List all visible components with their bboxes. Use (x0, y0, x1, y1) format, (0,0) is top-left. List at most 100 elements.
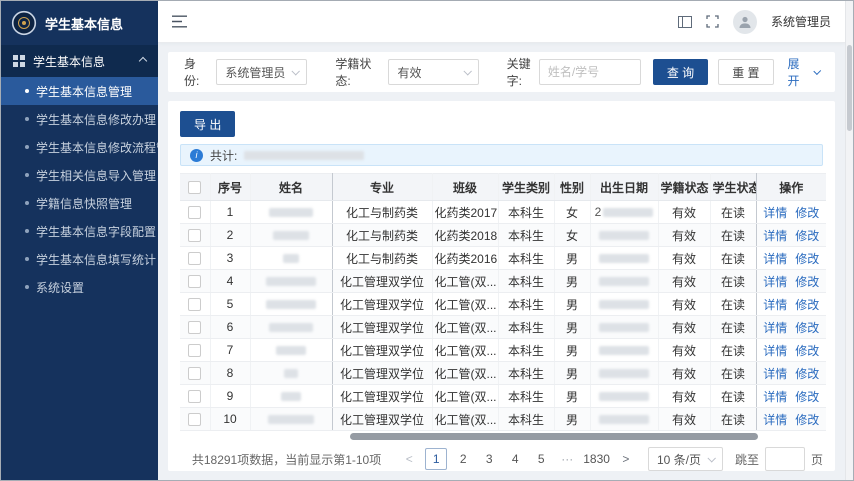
edit-link[interactable]: 修改 (795, 367, 819, 381)
column-header: 专业 (332, 174, 432, 201)
cell-index: 6 (210, 316, 250, 339)
select-all-checkbox[interactable] (188, 181, 201, 194)
cell-name (250, 362, 332, 385)
redacted-birthdate (599, 369, 649, 378)
page-button-1830[interactable]: 1830 (583, 448, 610, 470)
row-checkbox[interactable] (188, 390, 201, 403)
edit-link[interactable]: 修改 (795, 390, 819, 404)
page-size-select[interactable]: 10 条/页 (648, 447, 723, 471)
cell-category: 本科生 (498, 201, 554, 224)
avatar[interactable] (733, 10, 757, 34)
cell-category: 本科生 (498, 339, 554, 362)
page-button-1[interactable]: 1 (425, 448, 447, 470)
table-header-row: 序号姓名专业班级学生类别性别出生日期学籍状态学生状态操作 (180, 174, 826, 201)
page-button-4[interactable]: 4 (505, 448, 525, 470)
edit-link[interactable]: 修改 (795, 413, 819, 427)
row-checkbox[interactable] (188, 206, 201, 219)
edit-link[interactable]: 修改 (795, 298, 819, 312)
detail-link[interactable]: 详情 (763, 206, 787, 220)
redacted-name (266, 300, 316, 309)
sidebar-item-8[interactable]: 系统设置 (1, 273, 158, 301)
row-checkbox[interactable] (188, 298, 201, 311)
page-button-5[interactable]: 5 (531, 448, 551, 470)
search-button[interactable]: 查 询 (653, 59, 708, 85)
topbar: 系统管理员 (158, 1, 845, 43)
column-header: 学生类别 (498, 174, 554, 201)
row-checkbox[interactable] (188, 229, 201, 242)
cell-category: 本科生 (498, 385, 554, 408)
sidebar-item-5[interactable]: 学籍信息快照管理 (1, 189, 158, 217)
identity-select[interactable]: 系统管理员 (216, 59, 307, 85)
reset-button[interactable]: 重 置 (718, 59, 773, 85)
column-header: 学生状态 (710, 174, 756, 201)
cell-class: 化药类2016 (432, 247, 498, 270)
menu-fold-icon[interactable] (172, 15, 187, 28)
detail-link[interactable]: 详情 (763, 321, 787, 335)
prev-page-button[interactable]: < (399, 448, 419, 470)
sidebar-item-4[interactable]: 学生相关信息导入管理 (1, 161, 158, 189)
column-header: 操作 (756, 174, 826, 201)
redacted-name (273, 231, 309, 240)
cell-actions: 详情修改 (756, 339, 826, 362)
cell-index: 5 (210, 293, 250, 316)
sidebar-item-3[interactable]: 学生基本信息修改流程管理 (1, 133, 158, 161)
layout-icon[interactable] (678, 16, 692, 28)
expand-filters-link[interactable]: 展开 (788, 55, 819, 89)
status-select[interactable]: 有效 (388, 59, 478, 85)
cell-gender: 女 (554, 224, 590, 247)
detail-link[interactable]: 详情 (763, 344, 787, 358)
cell-category: 本科生 (498, 316, 554, 339)
edit-link[interactable]: 修改 (795, 344, 819, 358)
edit-link[interactable]: 修改 (795, 252, 819, 266)
sidebar: 学生基本信息 学生基本信息 学生基本信息管理学生基本信息修改办理学生基本信息修改… (1, 1, 158, 480)
identity-value: 系统管理员 (225, 64, 285, 81)
sidebar-group-toggle[interactable]: 学生基本信息 (1, 45, 158, 77)
detail-link[interactable]: 详情 (763, 252, 787, 266)
edit-link[interactable]: 修改 (795, 321, 819, 335)
vertical-scrollbar[interactable] (847, 45, 852, 131)
keyword-input[interactable] (539, 59, 641, 85)
cell-index: 10 (210, 408, 250, 431)
redacted-name (269, 208, 313, 217)
detail-link[interactable]: 详情 (763, 298, 787, 312)
row-checkbox[interactable] (188, 413, 201, 426)
row-checkbox[interactable] (188, 275, 201, 288)
table-row: 2化工与制药类化药类2018本科生女有效在读详情修改 (180, 224, 826, 247)
sidebar-item-6[interactable]: 学生基本信息字段配置 (1, 217, 158, 245)
detail-link[interactable]: 详情 (763, 367, 787, 381)
menu-item-dot-icon (25, 201, 29, 205)
redacted-name (266, 277, 316, 286)
sidebar-item-label: 学生基本信息修改流程管理 (36, 139, 158, 156)
table-row: 9化工管理双学位化工管(双...本科生男有效在读详情修改 (180, 385, 826, 408)
sidebar-item-7[interactable]: 学生基本信息填写统计 (1, 245, 158, 273)
cell-class: 化工管(双... (432, 339, 498, 362)
row-checkbox[interactable] (188, 367, 201, 380)
row-checkbox[interactable] (188, 321, 201, 334)
detail-link[interactable]: 详情 (763, 413, 787, 427)
fullscreen-icon[interactable] (706, 15, 719, 28)
cell-status: 有效 (658, 316, 710, 339)
edit-link[interactable]: 修改 (795, 229, 819, 243)
keyword-filter: 关键字: (507, 55, 641, 89)
cell-name (250, 408, 332, 431)
row-checkbox[interactable] (188, 344, 201, 357)
edit-link[interactable]: 修改 (795, 275, 819, 289)
table-toolbar: 导 出 (180, 111, 823, 137)
detail-link[interactable]: 详情 (763, 390, 787, 404)
sidebar-item-1[interactable]: 学生基本信息管理 (1, 77, 158, 105)
cell-birthdate (590, 385, 658, 408)
page-button-2[interactable]: 2 (453, 448, 473, 470)
filter-bar: 身份: 系统管理员 学籍状态: 有效 关键字: (168, 52, 835, 92)
cell-index: 1 (210, 201, 250, 224)
edit-link[interactable]: 修改 (795, 206, 819, 220)
detail-link[interactable]: 详情 (763, 229, 787, 243)
detail-link[interactable]: 详情 (763, 275, 787, 289)
cell-status: 有效 (658, 224, 710, 247)
horizontal-scrollbar[interactable] (350, 433, 758, 440)
page-button-3[interactable]: 3 (479, 448, 499, 470)
row-checkbox[interactable] (188, 252, 201, 265)
export-button[interactable]: 导 出 (180, 111, 235, 137)
next-page-button[interactable]: > (616, 448, 636, 470)
jump-page-input[interactable] (765, 447, 805, 471)
sidebar-item-2[interactable]: 学生基本信息修改办理 (1, 105, 158, 133)
